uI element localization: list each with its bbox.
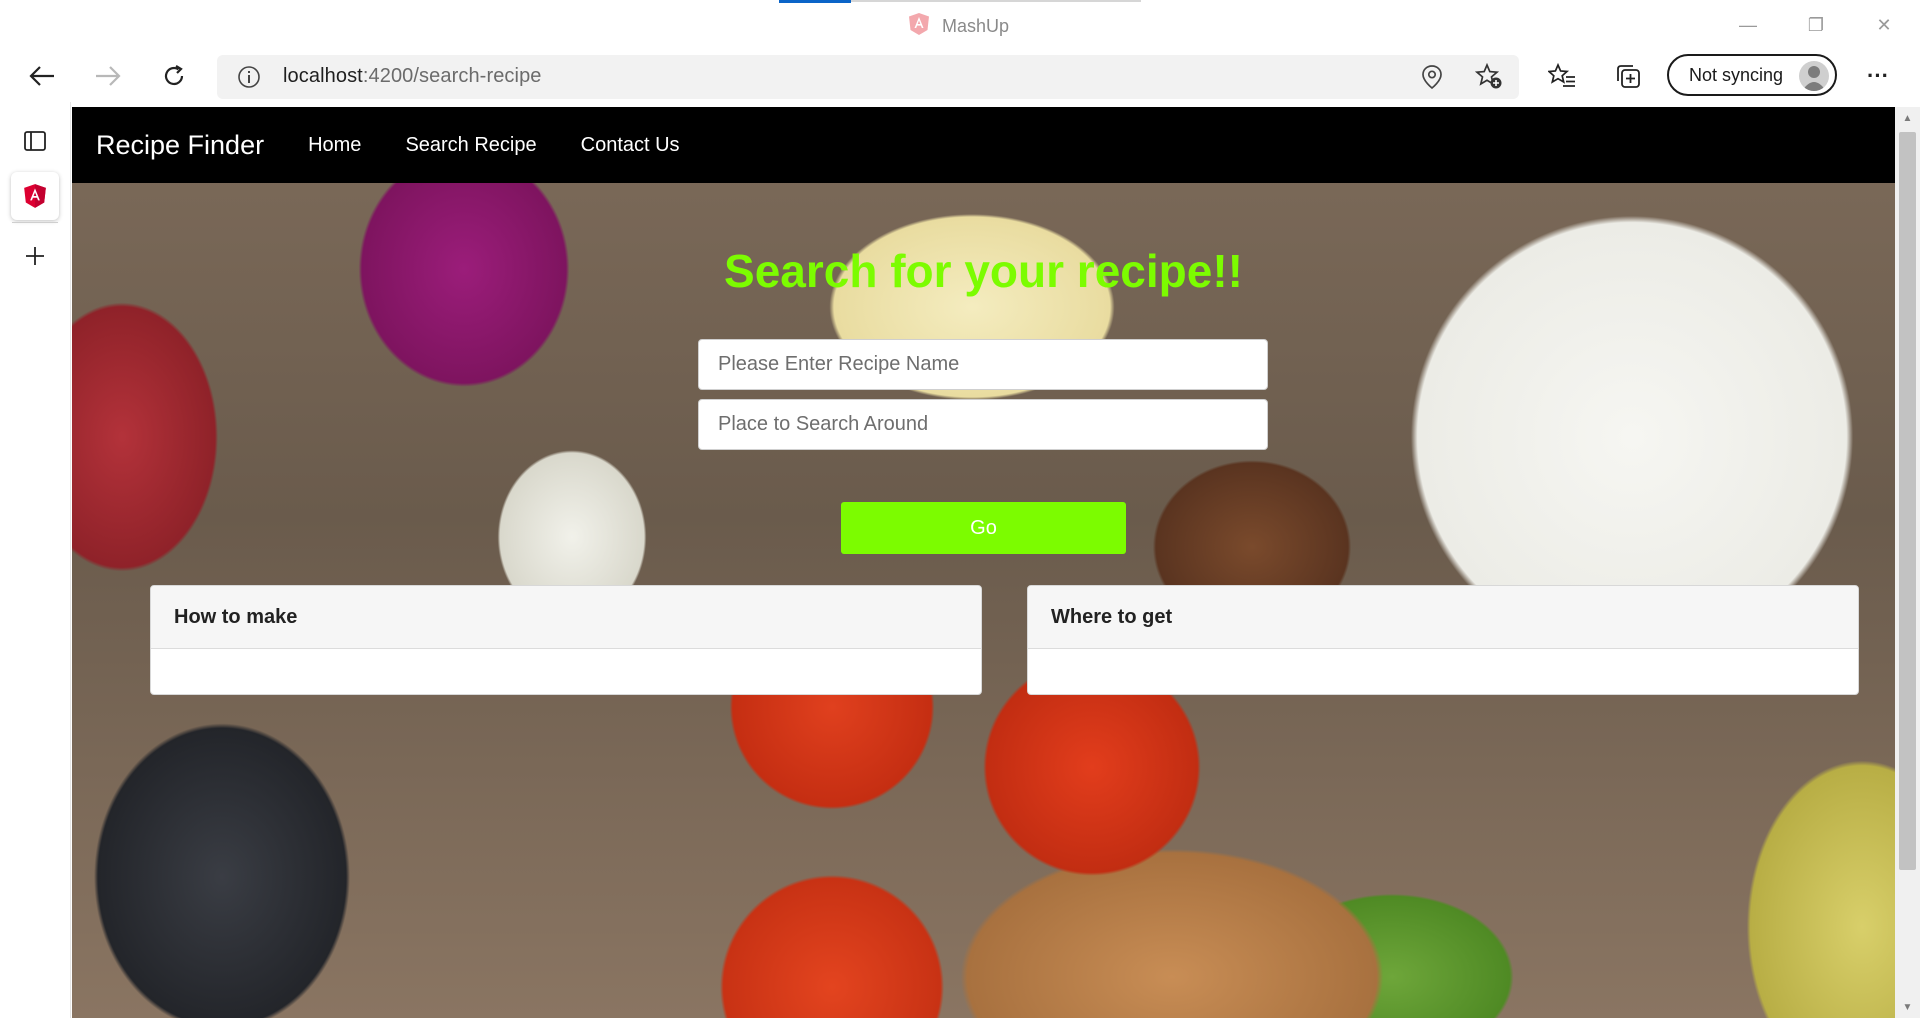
place-search-input[interactable] (698, 399, 1268, 450)
collections-button[interactable] (1608, 58, 1648, 94)
location-permission-button[interactable] (1417, 62, 1447, 92)
browser-toolbar: localhost:4200/search-recipe Not syncing… (0, 50, 1920, 102)
scroll-down-button[interactable]: ▼ (1895, 996, 1920, 1018)
back-arrow-icon (29, 66, 54, 86)
url-path: :4200/search-recipe (362, 65, 542, 87)
info-icon (238, 66, 260, 88)
new-tab-button[interactable] (11, 232, 59, 280)
refresh-button[interactable] (154, 58, 194, 94)
scrollbar-thumb[interactable] (1899, 132, 1916, 870)
scroll-up-button[interactable]: ▲ (1895, 107, 1920, 129)
forward-arrow-icon (96, 66, 121, 86)
url-host: localhost (283, 65, 363, 87)
nav-link-search-recipe[interactable]: Search Recipe (405, 134, 536, 157)
location-pin-icon (1422, 65, 1442, 90)
site-navbar: Recipe Finder Home Search Recipe Contact… (72, 107, 1895, 183)
go-button[interactable]: Go (841, 502, 1126, 554)
tab-mashup[interactable] (11, 172, 59, 220)
forward-button[interactable] (88, 58, 128, 94)
settings-more-button[interactable]: ··· (1858, 58, 1898, 94)
window-title-area: MashUp (908, 12, 1009, 41)
page-viewport: Recipe Finder Home Search Recipe Contact… (72, 107, 1895, 1018)
url-text: localhost:4200/search-recipe (283, 65, 542, 88)
person-icon (1802, 66, 1826, 91)
page-title: Search for your recipe!! (724, 245, 1243, 297)
where-to-get-card: Where to get (1027, 585, 1859, 695)
profile-sync-button[interactable]: Not syncing (1667, 54, 1837, 96)
refresh-icon (164, 65, 184, 86)
how-to-make-card: How to make (150, 585, 982, 695)
more-icon: ··· (1867, 63, 1889, 88)
site-info-button[interactable] (234, 62, 264, 92)
star-add-icon (1475, 63, 1502, 89)
tab-strip-line (851, 0, 1141, 2)
minimize-button[interactable]: — (1728, 10, 1768, 40)
recipe-name-input[interactable] (698, 339, 1268, 390)
vertical-tab-strip (0, 102, 71, 1018)
back-button[interactable] (22, 58, 62, 94)
angular-logo-icon (24, 184, 46, 208)
chevron-down-icon: ▼ (1902, 1001, 1913, 1013)
sync-status-label: Not syncing (1689, 64, 1784, 85)
close-window-button[interactable]: ✕ (1864, 10, 1904, 40)
favorites-list-icon (1548, 63, 1575, 87)
active-tab-indicator (779, 0, 851, 3)
card-header: How to make (151, 586, 981, 649)
page-scrollbar[interactable]: ▲ ▼ (1895, 107, 1920, 1018)
favorites-button[interactable] (1542, 58, 1582, 94)
minimize-icon: — (1739, 14, 1757, 35)
tab-separator (12, 222, 58, 223)
nav-link-contact-us[interactable]: Contact Us (581, 134, 680, 157)
tab-actions-button[interactable] (11, 117, 59, 165)
restore-button[interactable]: ❐ (1796, 10, 1836, 40)
chevron-up-icon: ▲ (1902, 112, 1913, 124)
window-title: MashUp (942, 16, 1010, 36)
address-bar[interactable]: localhost:4200/search-recipe (217, 55, 1519, 99)
card-header: Where to get (1028, 586, 1858, 649)
plus-icon (26, 247, 44, 265)
nav-link-home[interactable]: Home (308, 134, 361, 157)
tab-actions-icon (24, 131, 46, 151)
avatar (1799, 61, 1829, 91)
title-bar: MashUp — ❐ ✕ (0, 0, 1920, 50)
angular-logo-icon (908, 12, 930, 41)
restore-icon: ❐ (1807, 14, 1825, 35)
close-icon: ✕ (1876, 14, 1892, 35)
collections-icon (1617, 65, 1640, 88)
add-favorite-button[interactable] (1474, 62, 1504, 92)
brand-link[interactable]: Recipe Finder (96, 130, 264, 161)
